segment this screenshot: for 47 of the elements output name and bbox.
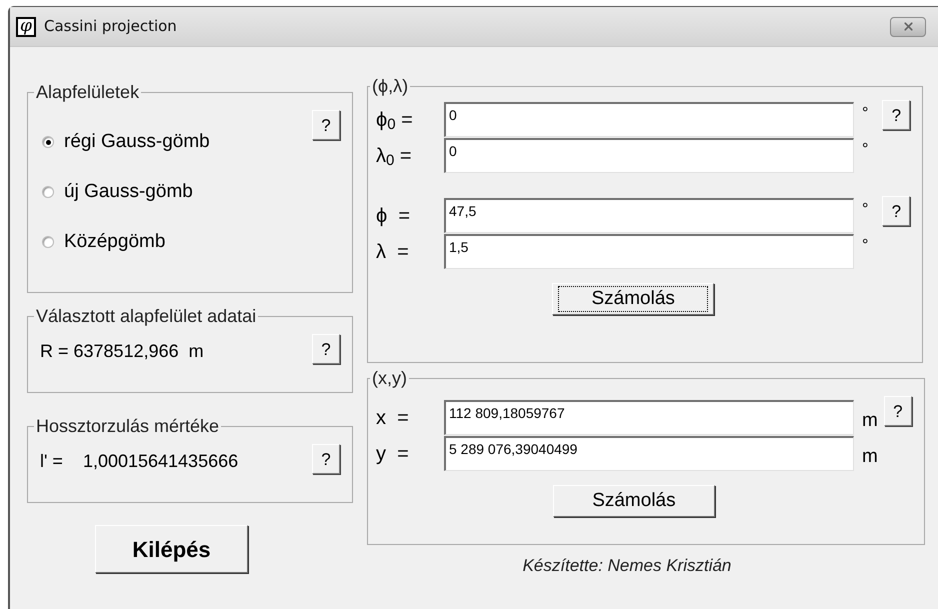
input-field[interactable]: 112 809,18059767: [444, 400, 854, 435]
radio-option[interactable]: régi Gauss-gömb: [42, 128, 210, 156]
radio-option[interactable]: új Gauss-gömb: [42, 178, 193, 206]
group-title: Alapfelületek: [35, 81, 140, 104]
help-button[interactable]: ?: [312, 334, 340, 364]
help-button[interactable]: ?: [882, 196, 910, 226]
unit-label: m: [862, 444, 878, 468]
help-button[interactable]: ?: [312, 444, 340, 474]
input-field[interactable]: 0: [444, 138, 854, 173]
radio-button[interactable]: [42, 236, 54, 248]
exit-button[interactable]: Kilépés: [95, 525, 248, 573]
group-title: (x,y): [371, 367, 408, 390]
group-title: (ϕ,λ): [371, 75, 410, 98]
field-label: x =: [376, 406, 410, 430]
radio-option[interactable]: Középgömb: [42, 228, 166, 256]
author-credit: Készítette: Nemes Krisztián: [522, 555, 732, 577]
field-label: y =: [376, 442, 410, 466]
window-title: Cassini projection: [44, 16, 177, 38]
radio-button[interactable]: [42, 186, 54, 198]
input-field[interactable]: 1,5: [444, 234, 854, 269]
input-field[interactable]: 47,5: [444, 198, 854, 233]
field-label: λ =: [376, 240, 410, 264]
app-icon: φ: [16, 16, 36, 36]
help-button[interactable]: ?: [312, 110, 340, 140]
close-icon: [902, 20, 914, 33]
calculate-button[interactable]: Számolás: [552, 485, 715, 517]
calculate-button[interactable]: Számolás: [552, 283, 714, 315]
input-field[interactable]: 0: [444, 102, 854, 137]
input-field[interactable]: 5 289 076,39040499: [444, 436, 854, 471]
close-button[interactable]: [890, 16, 926, 36]
help-button[interactable]: ?: [882, 100, 910, 130]
field-label: ϕ =: [376, 204, 411, 228]
distortion-value: 1,00015641435666: [82, 450, 238, 473]
unit-label: °: [862, 104, 868, 124]
field-label: λ$_{0}$ =: [376, 144, 413, 170]
distortion-label: l' =: [40, 450, 63, 473]
group-title: Választott alapfelület adatai: [35, 305, 258, 328]
unit-label: °: [862, 236, 868, 256]
unit-label: °: [862, 140, 868, 160]
radio-button[interactable]: [42, 136, 54, 148]
radius-value: R = 6378512,966: [40, 340, 179, 363]
unit-label: °: [862, 200, 868, 220]
unit-label: m: [862, 408, 878, 432]
field-label: ϕ$_{0}$ =: [376, 108, 414, 134]
group-title: Hossztorzulás mértéke: [35, 415, 220, 438]
unit-label: m: [188, 340, 204, 363]
help-button[interactable]: ?: [884, 396, 912, 426]
